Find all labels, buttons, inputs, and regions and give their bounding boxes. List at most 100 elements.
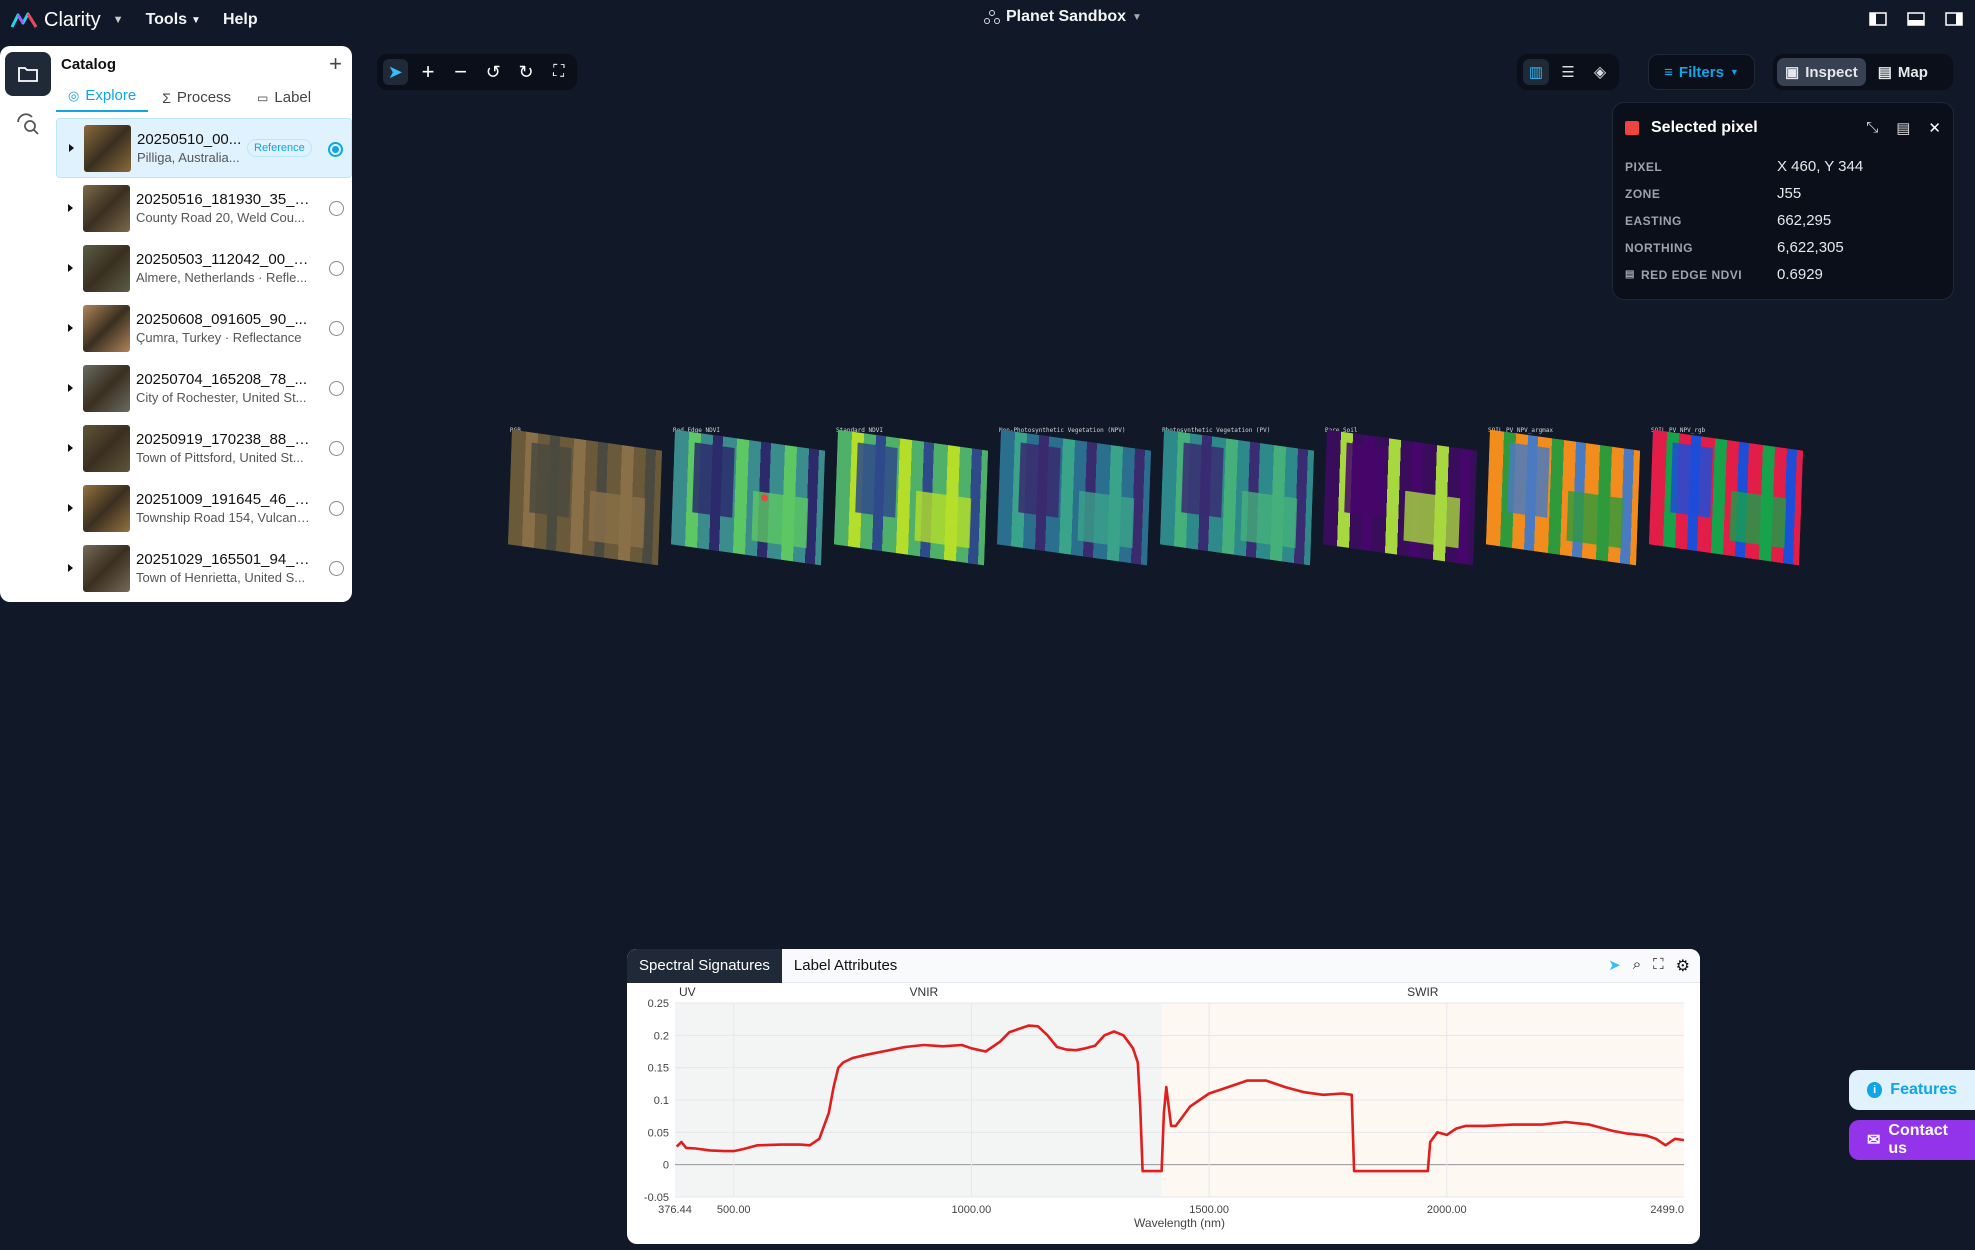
- catalog-item[interactable]: 20251029_165501_94_4... Town of Henrietta…: [56, 538, 352, 598]
- contact-button[interactable]: ✉ Contact us: [1849, 1120, 1975, 1160]
- menu-help[interactable]: Help: [223, 11, 258, 29]
- mode-switch: ▣ Inspect ▤ Map: [1773, 54, 1953, 90]
- catalog-item[interactable]: 20250503_112042_00_4... Almere, Netherlan…: [56, 238, 352, 298]
- pixel-attribute-value: 662,295: [1777, 212, 1832, 229]
- catalog-item[interactable]: 20250510_00... Pilliga, Australia... Refer…: [56, 118, 352, 178]
- features-button[interactable]: i Features: [1849, 1070, 1975, 1110]
- select-radio[interactable]: [329, 381, 344, 396]
- select-radio[interactable]: [329, 261, 344, 276]
- features-label: Features: [1890, 1081, 1957, 1098]
- pixel-attribute-row: NORTHING 6,622,305: [1613, 234, 1953, 261]
- select-radio[interactable]: [328, 142, 343, 157]
- x-axis-label: Wavelength (nm): [1134, 1216, 1225, 1230]
- inspect-rail-button[interactable]: [5, 102, 51, 146]
- search-layers-icon: [17, 113, 39, 135]
- zoom-out-tool[interactable]: −: [448, 59, 473, 85]
- expand-icon[interactable]: [68, 384, 73, 392]
- map-icon[interactable]: ▤: [1896, 119, 1910, 137]
- close-icon[interactable]: ✕: [1928, 119, 1941, 137]
- map-toolbar: ➤ + − ↺ ↻ ⛶: [377, 54, 577, 90]
- expand-icon[interactable]: [68, 204, 73, 212]
- x-tick-label: 1000.00: [952, 1204, 992, 1216]
- expand-icon[interactable]: [68, 504, 73, 512]
- tab-label[interactable]: ▭ Label: [245, 89, 323, 112]
- image-tile[interactable]: [1649, 429, 1803, 566]
- image-tile[interactable]: [997, 429, 1151, 566]
- fit-icon[interactable]: ⛶: [1653, 956, 1664, 976]
- expand-icon[interactable]: [68, 564, 73, 572]
- x-tick-label: 1500.00: [1189, 1204, 1229, 1216]
- zoom-select-icon[interactable]: ⌕: [1633, 956, 1641, 976]
- select-radio[interactable]: [329, 561, 344, 576]
- region-label: UV: [679, 985, 696, 999]
- layout-left-icon[interactable]: [1869, 10, 1887, 28]
- layout-bottom-icon[interactable]: [1907, 10, 1925, 28]
- collapse-icon[interactable]: ⤡: [1866, 119, 1878, 137]
- view-columns-button[interactable]: ▥: [1523, 59, 1549, 85]
- pixel-color-swatch: [1625, 121, 1639, 135]
- tab-explore[interactable]: ◎ Explore: [56, 87, 149, 112]
- image-tile[interactable]: [671, 429, 825, 566]
- catalog-rail-button[interactable]: [5, 52, 51, 96]
- catalog-item-subtitle: Town of Pittsford, United St...: [136, 450, 304, 465]
- tile-patch: [914, 490, 972, 549]
- settings-icon[interactable]: ⚙: [1676, 956, 1690, 976]
- rotate-left-icon: ↺: [485, 61, 501, 82]
- catalog-item-title: 20250608_091605_90_...: [136, 311, 308, 328]
- contact-label: Contact us: [1888, 1122, 1948, 1157]
- view-layers-button[interactable]: ◈: [1587, 59, 1613, 85]
- tab-spectral-signatures[interactable]: Spectral Signatures: [627, 949, 782, 983]
- expand-icon[interactable]: [69, 144, 74, 152]
- expand-icon[interactable]: [68, 264, 73, 272]
- catalog-item[interactable]: 20250919_170238_88_4... Town of Pittsford…: [56, 418, 352, 478]
- select-radio[interactable]: [329, 501, 344, 516]
- image-tile[interactable]: [1160, 429, 1314, 566]
- tile-patch: [1670, 442, 1713, 518]
- inspect-image-icon: ▣: [1785, 64, 1800, 81]
- thumbnail: [83, 484, 130, 532]
- menu-tools[interactable]: Tools ▼: [146, 11, 201, 29]
- image-tile[interactable]: [1486, 429, 1640, 566]
- rotate-right-tool[interactable]: ↻: [514, 59, 539, 85]
- zoom-in-tool[interactable]: +: [416, 59, 441, 85]
- inspect-mode-button[interactable]: ▣ Inspect: [1777, 58, 1866, 86]
- view-rows-button[interactable]: ☰: [1555, 59, 1581, 85]
- app-brand[interactable]: Clarity ▼: [10, 9, 124, 32]
- x-tick-label: 500.00: [717, 1204, 751, 1216]
- y-tick-label: 0: [663, 1160, 669, 1172]
- select-tool[interactable]: ➤: [383, 59, 408, 85]
- catalog-item[interactable]: 20250704_165208_78_... City of Rochester,…: [56, 358, 352, 418]
- tile-patch: [1566, 490, 1624, 549]
- tab-label-attributes[interactable]: Label Attributes: [782, 949, 909, 983]
- rotate-left-tool[interactable]: ↺: [481, 59, 506, 85]
- image-tile[interactable]: [834, 429, 988, 566]
- select-radio[interactable]: [329, 201, 344, 216]
- tile-patch: [1240, 490, 1298, 549]
- map-icon: ▤: [1877, 64, 1892, 81]
- image-tile[interactable]: [1323, 429, 1477, 566]
- y-tick-label: 0.25: [648, 998, 669, 1010]
- cursor-icon[interactable]: ➤: [1608, 956, 1621, 976]
- add-icon[interactable]: +: [329, 51, 342, 77]
- select-radio[interactable]: [329, 321, 344, 336]
- catalog-item[interactable]: 20251009_191645_46_4... Township Road 154…: [56, 478, 352, 538]
- mail-icon: ✉: [1867, 1132, 1881, 1149]
- catalog-item[interactable]: 20250608_091605_90_... Çumra, Turkey · Re…: [56, 298, 352, 358]
- left-rail: [0, 46, 56, 602]
- image-tile[interactable]: [508, 429, 662, 566]
- catalog-item-title: 20251009_191645_46_4...: [136, 491, 310, 508]
- filters-button[interactable]: ≡ Filters ▼: [1648, 54, 1755, 90]
- expand-icon[interactable]: [68, 324, 73, 332]
- catalog-item[interactable]: 20250516_181930_35_4... County Road 20, W…: [56, 178, 352, 238]
- layout-right-icon[interactable]: [1945, 10, 1963, 28]
- catalog-item-title: 20251029_165501_94_4...: [136, 551, 310, 568]
- map-mode-button[interactable]: ▤ Map: [1870, 58, 1936, 86]
- tab-process[interactable]: Σ Process: [150, 89, 243, 112]
- catalog-item-subtitle: Almere, Netherlands · Refle...: [136, 270, 308, 285]
- fit-view-tool[interactable]: ⛶: [546, 59, 571, 85]
- project-name: Planet Sandbox: [1006, 8, 1127, 25]
- select-radio[interactable]: [329, 441, 344, 456]
- project-selector[interactable]: Planet Sandbox ▼: [984, 8, 1142, 26]
- expand-icon[interactable]: [68, 444, 73, 452]
- pixel-attribute-value: 6,622,305: [1777, 239, 1844, 256]
